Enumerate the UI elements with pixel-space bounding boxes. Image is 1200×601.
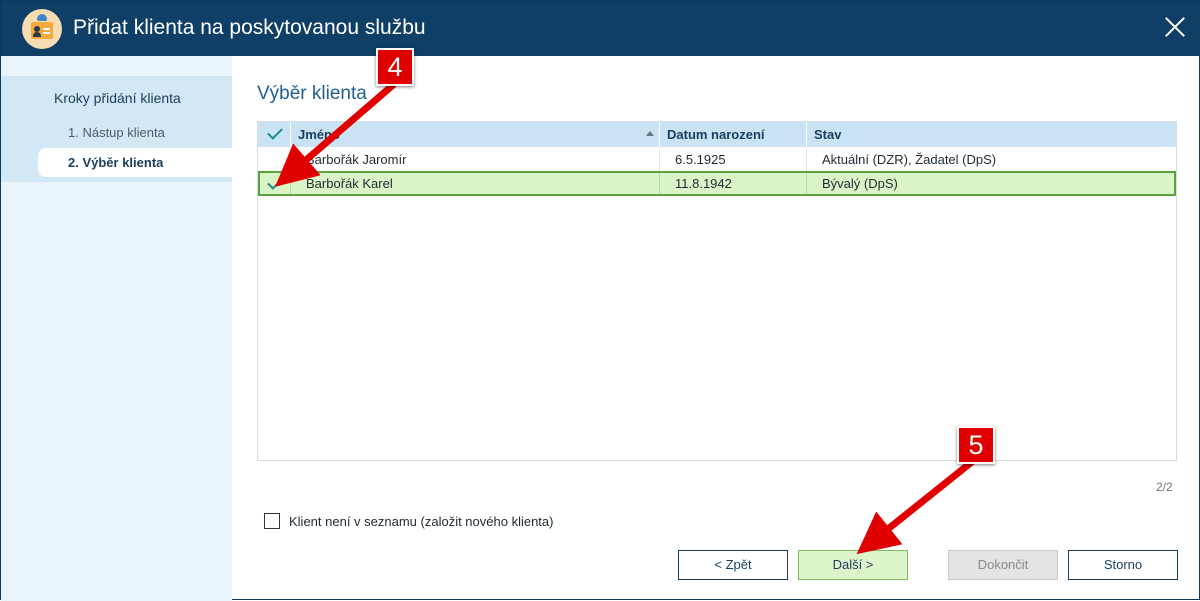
client-table: Jméno Datum narození Stav Barbořák Jarom… [257, 121, 1177, 461]
row-birth-date: 6.5.1925 [675, 152, 726, 167]
client-card-icon [22, 9, 62, 49]
finish-button: Dokončit [948, 550, 1058, 580]
column-header-name[interactable]: Jméno [298, 122, 340, 147]
annotation-badge-5: 5 [957, 426, 995, 464]
page-indicator: 2/2 [1156, 480, 1173, 494]
annotation-badge-4: 4 [376, 48, 414, 86]
arrow-5 [856, 457, 977, 555]
section-title: Výběr klienta [257, 83, 367, 104]
table-header: Jméno Datum narození Stav [258, 122, 1176, 147]
sidebar-step-2[interactable]: 2. Výběr klienta [68, 155, 163, 170]
column-header-status[interactable]: Stav [814, 122, 841, 147]
row-status: Aktuální (DZR), Žadatel (DpS) [822, 152, 997, 167]
row-status: Bývalý (DpS) [822, 176, 898, 191]
select-all-check-icon[interactable] [267, 124, 283, 140]
back-button[interactable]: < Zpět [678, 550, 788, 580]
row-birth-date: 11.8.1942 [675, 176, 732, 191]
title-bar: Přidat klienta na poskytovanou službu [1, 1, 1200, 56]
table-row-selected[interactable]: Barbořák Karel 11.8.1942 Bývalý (DpS) [258, 171, 1176, 196]
close-icon[interactable] [1158, 11, 1192, 45]
row-name: Barbořák Jaromír [306, 152, 407, 167]
steps-sidebar: Kroky přidání klienta 1. Nástup klienta … [1, 56, 232, 601]
steps-heading: Kroky přidání klienta [54, 90, 181, 106]
dialog-window: Přidat klienta na poskytovanou službu Kr… [0, 0, 1200, 601]
checkbox-box[interactable] [264, 513, 280, 529]
row-name: Barbořák Karel [306, 176, 393, 191]
checkbox-label[interactable]: Klient není v seznamu (založit nového kl… [289, 514, 553, 529]
row-checked-icon[interactable] [267, 174, 283, 190]
sort-ascending-icon [646, 131, 654, 136]
next-button[interactable]: Další > [798, 550, 908, 580]
sidebar-step-1[interactable]: 1. Nástup klienta [68, 125, 165, 140]
column-header-birth-date[interactable]: Datum narození [667, 122, 765, 147]
window-title: Přidat klienta na poskytovanou službu [73, 16, 426, 39]
cancel-button[interactable]: Storno [1068, 550, 1178, 580]
table-row[interactable]: Barbořák Jaromír 6.5.1925 Aktuální (DZR)… [258, 147, 1176, 172]
